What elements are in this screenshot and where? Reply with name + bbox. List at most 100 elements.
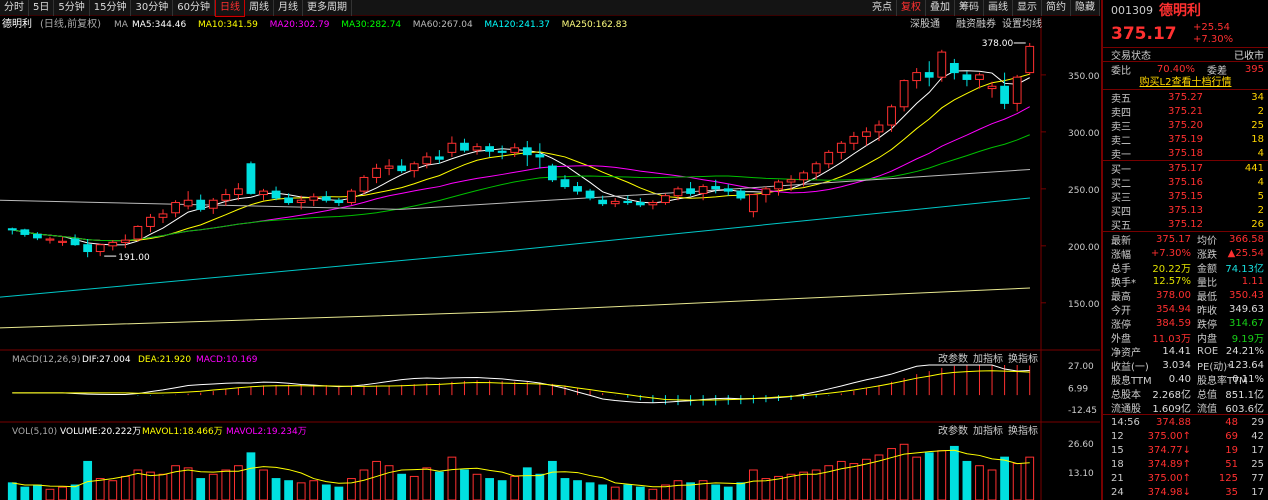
stat-label: 昨收 xyxy=(1197,305,1217,317)
buys-qty: 5 xyxy=(1257,190,1264,202)
stat-label: 换手* xyxy=(1111,277,1136,289)
stat-value: 851.1亿 xyxy=(1225,389,1264,401)
toolbar-button-5[interactable]: 显示 xyxy=(1013,0,1042,16)
volume-bar xyxy=(33,484,42,500)
tick-row: 15 374.77↓ 19 17 xyxy=(1103,443,1268,457)
stat-row: 最高 378.00 最低 350.43 xyxy=(1103,288,1268,303)
volume-bar xyxy=(648,488,658,500)
candle-body xyxy=(836,142,846,153)
tick-count: 29 xyxy=(1251,416,1264,428)
buys-price: 375.12 xyxy=(1168,218,1203,230)
stat-value: 314.67 xyxy=(1229,317,1264,329)
volume-bar xyxy=(108,480,118,500)
period-tab-1[interactable]: 5日 xyxy=(29,0,55,16)
volume-bar xyxy=(975,465,984,500)
stat-value: 349.63 xyxy=(1229,303,1264,315)
volume-bar xyxy=(748,469,758,500)
tick-count: 42 xyxy=(1251,430,1264,442)
legend-ma: MA30:282.74 xyxy=(341,20,401,30)
stat-row: 流通股 1.609亿 流值 603.6亿 xyxy=(1103,400,1268,415)
stat-label: 收益(一) xyxy=(1111,361,1149,373)
stat-value: 3.034 xyxy=(1162,359,1191,371)
candle-body xyxy=(548,165,557,181)
sells-row: 卖五 375.27 34 xyxy=(1103,90,1268,105)
buys-row: 买一 375.17 441 xyxy=(1103,161,1268,176)
vol-tick: 26.60 xyxy=(1068,440,1094,450)
volume-bar xyxy=(208,473,218,500)
period-tab-5[interactable]: 60分钟 xyxy=(173,0,215,16)
buys-label: 买二 xyxy=(1111,178,1131,190)
candle-body xyxy=(83,244,93,253)
candle-body xyxy=(774,181,783,190)
toolbar-button-2[interactable]: 叠加 xyxy=(926,0,955,16)
period-tab-9[interactable]: 更多周期 xyxy=(303,0,352,16)
legend-mode: (日线,前复权) xyxy=(40,17,101,30)
stat-value: 603.6亿 xyxy=(1225,403,1264,415)
candle-body xyxy=(372,167,381,178)
toolbar-button-1[interactable]: 复权 xyxy=(897,0,926,16)
volume-bar xyxy=(422,467,432,500)
stat-label: PE(动)* xyxy=(1197,361,1233,373)
buys-qty: 441 xyxy=(1244,162,1264,174)
period-tab-7[interactable]: 周线 xyxy=(245,0,274,16)
candle-body xyxy=(698,186,708,194)
candle-body xyxy=(183,199,193,207)
period-tab-0[interactable]: 分时 xyxy=(0,0,29,16)
volume-bar xyxy=(359,469,369,500)
buys-row: 买五 375.12 26 xyxy=(1103,217,1268,232)
period-tab-3[interactable]: 15分钟 xyxy=(90,0,132,16)
toolbar-button-0[interactable]: 亮点 xyxy=(868,0,897,16)
period-tab-8[interactable]: 月线 xyxy=(274,0,303,16)
stat-value: 350.43 xyxy=(1229,289,1264,301)
candle-body xyxy=(447,142,457,153)
sells-price: 375.18 xyxy=(1168,147,1203,159)
chart-area[interactable]: 德明利 (日线,前复权) MA MA5:344.46 MA10:341.59 MA20:3… xyxy=(0,17,1100,500)
toolbar-button-7[interactable]: 隐藏 xyxy=(1071,0,1100,16)
candle-body xyxy=(296,199,306,204)
kline-chart[interactable]: 德明利 (日线,前复权) MA MA5:344.46 MA10:341.59 MA20:3… xyxy=(0,17,1100,500)
period-tab-4[interactable]: 30分钟 xyxy=(131,0,174,16)
stat-value: 354.94 xyxy=(1156,303,1191,315)
candle-body xyxy=(723,188,733,192)
price-tick: 350.00 xyxy=(1068,72,1100,82)
candle-body xyxy=(171,202,180,214)
toolbar-button-6[interactable]: 简约 xyxy=(1042,0,1071,16)
price-tick: 250.00 xyxy=(1068,186,1100,196)
candle-body xyxy=(485,146,494,152)
stat-label: 净资产 xyxy=(1111,347,1141,359)
sells-row: 卖四 375.21 2 xyxy=(1103,104,1268,119)
volume-bar xyxy=(862,458,871,500)
candle-body xyxy=(347,190,356,204)
volume-bar xyxy=(1012,463,1022,500)
sells-price: 375.21 xyxy=(1168,105,1203,117)
candle-body xyxy=(661,195,670,204)
toolbar-button-4[interactable]: 画线 xyxy=(984,0,1013,16)
candle-body xyxy=(610,200,620,205)
vol-tick: 13.10 xyxy=(1068,469,1094,479)
volume-bar xyxy=(635,486,645,500)
period-tab-6[interactable]: 日线 xyxy=(214,0,245,17)
legend-right-btn: 深股通 xyxy=(910,18,940,30)
candle-body xyxy=(33,233,42,239)
candle-body xyxy=(862,131,871,137)
tick-price: 375.00↑ xyxy=(1147,430,1191,442)
legend-ma-label: MA xyxy=(114,20,129,30)
price-change-pct: +7.30% xyxy=(1193,33,1234,45)
l2-upgrade-link[interactable]: 购买L2查看十档行情 xyxy=(1103,76,1268,90)
tick-row: 14:56 374.88 48 29 xyxy=(1103,415,1268,429)
candle-body xyxy=(824,151,834,165)
last-price: 375.17 xyxy=(1111,23,1177,44)
stat-value: 1.11 xyxy=(1241,275,1264,287)
candle-body xyxy=(522,147,532,156)
toolbar-button-3[interactable]: 筹码 xyxy=(955,0,984,16)
candle-body xyxy=(58,240,67,243)
stat-label: 跌停 xyxy=(1197,319,1217,331)
candle-body xyxy=(472,146,482,151)
period-tab-2[interactable]: 5分钟 xyxy=(54,0,90,16)
legend-ma: MA20:302.79 xyxy=(270,20,330,30)
candle-body xyxy=(736,190,746,199)
sells-price: 375.20 xyxy=(1168,119,1203,131)
stat-row: 总手 20.22万 金额 74.13亿 xyxy=(1103,260,1268,275)
candle-body xyxy=(962,74,972,80)
volume-bar xyxy=(673,480,683,500)
